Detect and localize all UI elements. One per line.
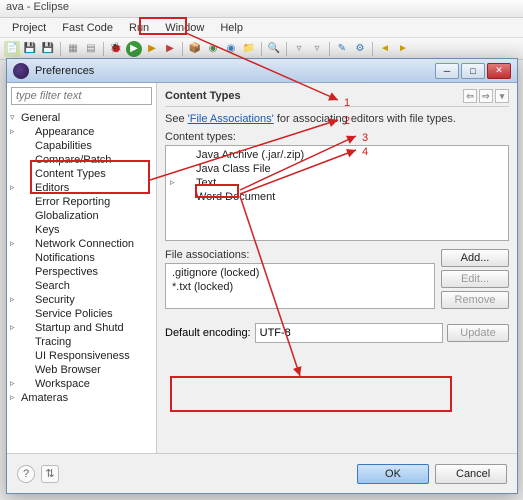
menu-project[interactable]: Project (4, 20, 54, 36)
dialog-bottom: ? ⇅ OK Cancel (7, 453, 517, 493)
close-button[interactable]: ✕ (487, 63, 511, 79)
separator (372, 42, 373, 56)
tree-item[interactable]: Startup and Shutd (7, 321, 156, 335)
tree-item[interactable]: Globalization (7, 209, 156, 223)
tree-item[interactable]: Search (7, 279, 156, 293)
separator (103, 42, 104, 56)
list-item[interactable]: Java Class File (168, 162, 506, 176)
separator (60, 42, 61, 56)
toolbar-icon[interactable]: ✎ (334, 41, 350, 57)
dialog-body: General Appearance Capabilities Compare/… (7, 83, 517, 453)
save-icon[interactable]: 💾 (22, 41, 38, 57)
list-item-text[interactable]: Text (168, 176, 506, 190)
content-types-list[interactable]: Java Archive (.jar/.zip) Java Class File… (165, 145, 509, 241)
list-item[interactable]: Word Document (168, 190, 506, 204)
search-icon[interactable]: 🔍 (266, 41, 282, 57)
forward-icon[interactable]: ► (395, 41, 411, 57)
dialog-titlebar: Preferences ─ □ ✕ (7, 59, 517, 83)
toolbar-icon[interactable]: ▿ (309, 41, 325, 57)
import-export-icon[interactable]: ⇅ (41, 465, 59, 483)
menu-help[interactable]: Help (212, 20, 251, 36)
list-item[interactable]: *.txt (locked) (168, 280, 432, 294)
new-class-icon[interactable]: ◉ (223, 41, 239, 57)
separator (182, 42, 183, 56)
toolbar-icon[interactable]: 📁 (241, 41, 257, 57)
left-panel: General Appearance Capabilities Compare/… (7, 83, 157, 453)
external-tools-icon[interactable]: ▶ (162, 41, 178, 57)
forward-icon[interactable]: ⇨ (479, 89, 493, 103)
preferences-dialog: Preferences ─ □ ✕ General Appearance Cap… (6, 58, 518, 494)
tree-item[interactable]: UI Responsiveness (7, 349, 156, 363)
tree-item[interactable]: Network Connection (7, 237, 156, 251)
maximize-button[interactable]: □ (461, 63, 485, 79)
dropdown-icon[interactable]: ▾ (495, 89, 509, 103)
file-associations-link[interactable]: 'File Associations' (188, 113, 274, 125)
tree-amateras[interactable]: Amateras (7, 391, 156, 405)
debug-icon[interactable]: 🐞 (108, 41, 124, 57)
list-item[interactable]: Java Archive (.jar/.zip) (168, 148, 506, 162)
preferences-tree[interactable]: General Appearance Capabilities Compare/… (7, 109, 156, 453)
section-title: Content Types ⇦ ⇨ ▾ (165, 89, 509, 107)
toolbar-icon[interactable]: ▦ (65, 41, 81, 57)
menu-window[interactable]: Window (157, 20, 212, 36)
toolbar-icon[interactable]: ▿ (291, 41, 307, 57)
separator (286, 42, 287, 56)
remove-button[interactable]: Remove (441, 291, 509, 309)
separator (261, 42, 262, 56)
separator (329, 42, 330, 56)
tree-item[interactable]: Keys (7, 223, 156, 237)
menubar: Project Fast Code Run Window Help (0, 18, 523, 38)
tree-item[interactable]: Service Policies (7, 307, 156, 321)
cancel-button[interactable]: Cancel (435, 464, 507, 484)
tree-general[interactable]: General (7, 111, 156, 125)
content-types-label: Content types: (165, 131, 509, 143)
tree-item[interactable]: Compare/Patch (7, 153, 156, 167)
coverage-icon[interactable]: ▶ (144, 41, 160, 57)
minimize-button[interactable]: ─ (435, 63, 459, 79)
tree-item[interactable]: Web Browser (7, 363, 156, 377)
tree-item[interactable]: Tracing (7, 335, 156, 349)
toolbar-icon[interactable]: 📄 (4, 41, 20, 57)
file-assoc-label: File associations: (165, 249, 435, 261)
right-panel: Content Types ⇦ ⇨ ▾ See 'File Associatio… (157, 83, 517, 453)
encoding-label: Default encoding: (165, 327, 251, 339)
tree-item[interactable]: Appearance (7, 125, 156, 139)
run-icon[interactable]: ▶ (126, 41, 142, 57)
tree-item[interactable]: Error Reporting (7, 195, 156, 209)
main-window-title-text: ava - Eclipse (6, 1, 69, 13)
tree-item[interactable]: Perspectives (7, 265, 156, 279)
tree-item[interactable]: Capabilities (7, 139, 156, 153)
menu-fast-code[interactable]: Fast Code (54, 20, 121, 36)
file-associations-list[interactable]: .gitignore (locked) *.txt (locked) (165, 263, 435, 309)
tree-item[interactable]: Editors (7, 181, 156, 195)
edit-button[interactable]: Edit... (441, 270, 509, 288)
back-icon[interactable]: ⇦ (463, 89, 477, 103)
toolbar-icon[interactable]: ⚙ (352, 41, 368, 57)
dialog-title: Preferences (35, 65, 433, 77)
filter-input[interactable] (11, 87, 152, 105)
toolbar: 📄 💾 💾 ▦ ▤ 🐞 ▶ ▶ ▶ 📦 ◉ ◉ 📁 🔍 ▿ ▿ ✎ ⚙ ◄ ► (0, 38, 523, 60)
back-icon[interactable]: ◄ (377, 41, 393, 57)
new-package-icon[interactable]: 📦 (187, 41, 203, 57)
main-window-title: ava - Eclipse (0, 0, 523, 18)
tree-item[interactable]: Workspace (7, 377, 156, 391)
update-button[interactable]: Update (447, 324, 509, 342)
ok-button[interactable]: OK (357, 464, 429, 484)
tree-content-types[interactable]: Content Types (7, 167, 156, 181)
intro-text: See 'File Associations' for associating … (165, 113, 509, 125)
help-icon[interactable]: ? (17, 465, 35, 483)
tree-item[interactable]: Security (7, 293, 156, 307)
save-all-icon[interactable]: 💾 (40, 41, 56, 57)
eclipse-icon (13, 63, 29, 79)
tree-item[interactable]: Notifications (7, 251, 156, 265)
toolbar-icon[interactable]: ▤ (83, 41, 99, 57)
encoding-input[interactable] (255, 323, 443, 343)
menu-run[interactable]: Run (121, 20, 157, 36)
list-item[interactable]: .gitignore (locked) (168, 266, 432, 280)
new-type-icon[interactable]: ◉ (205, 41, 221, 57)
add-button[interactable]: Add... (441, 249, 509, 267)
